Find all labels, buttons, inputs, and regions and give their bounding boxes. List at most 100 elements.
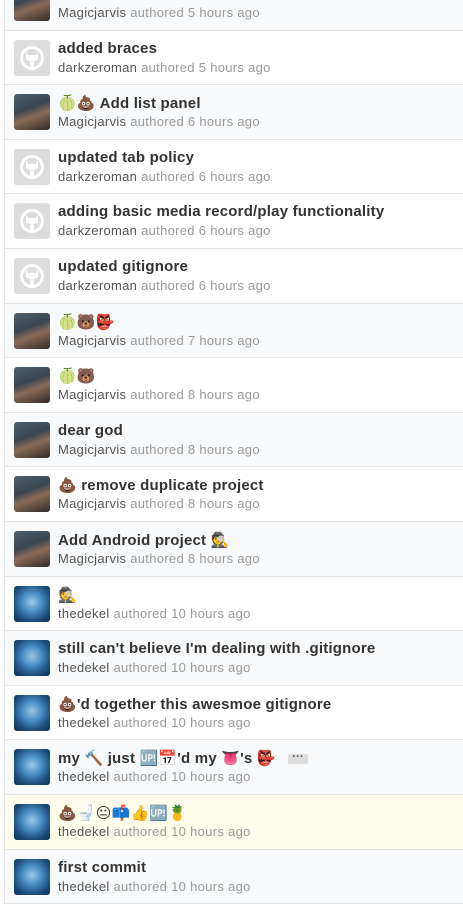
commit-message[interactable]: 💩 remove duplicate project	[58, 476, 453, 494]
authored-label: authored	[130, 550, 184, 566]
commit-message[interactable]: 💩🚽😐📫👍🆙🍍	[58, 804, 453, 822]
commit-meta: darkzeroman authored 6 hours ago	[58, 169, 271, 184]
commit-meta: thedekel authored 10 hours ago	[58, 606, 251, 621]
commit-time: 10 hours ago	[171, 660, 251, 676]
commit-message[interactable]: 🍈💩 Add list panel	[58, 94, 453, 112]
commit-time: 10 hours ago	[171, 714, 251, 730]
author-link[interactable]: thedekel	[58, 660, 110, 675]
author-link[interactable]: thedekel	[58, 606, 110, 621]
author-link[interactable]: Magicjarvis	[58, 333, 126, 348]
commit-message[interactable]: 💩'd together this awesmoe gitignore	[58, 695, 453, 713]
avatar[interactable]	[14, 367, 50, 404]
avatar[interactable]	[14, 803, 50, 840]
commit-row[interactable]: updated tab policy darkzeroman authored …	[5, 139, 463, 195]
author-link[interactable]: Magicjarvis	[58, 551, 126, 566]
commit-message[interactable]: still can't believe I'm dealing with .gi…	[58, 640, 453, 657]
commit-meta: thedekel authored 10 hours ago	[58, 715, 251, 730]
commit-message[interactable]: 🍈🐻👺	[58, 313, 453, 331]
commit-message[interactable]: Add Android project 🕵	[58, 531, 453, 549]
avatar[interactable]	[14, 39, 50, 76]
author-link[interactable]: darkzeroman	[58, 60, 137, 75]
commit-message[interactable]: first commit	[58, 859, 453, 876]
avatar[interactable]	[14, 694, 50, 731]
commit-message[interactable]: dear god	[58, 422, 453, 439]
commit-list: ... ... Magicjarvis authored 5 hours ago…	[4, 0, 463, 905]
avatar[interactable]	[14, 749, 50, 786]
commit-row-highlighted[interactable]: 💩🚽😐📫👍🆙🍍 thedekel authored 10 hours ago	[5, 794, 463, 850]
commit-message[interactable]: added braces	[58, 40, 453, 57]
commit-row[interactable]: 🕵 thedekel authored 10 hours ago	[5, 576, 463, 632]
commit-row[interactable]: Add Android project 🕵 Magicjarvis author…	[5, 521, 463, 577]
authored-label: authored	[130, 387, 184, 403]
avatar[interactable]	[14, 476, 50, 513]
commit-message[interactable]: adding basic media record/play functiona…	[58, 203, 453, 220]
commit-time: 7 hours ago	[187, 332, 260, 348]
commit-row[interactable]: still can't believe I'm dealing with .gi…	[5, 631, 463, 686]
commit-row[interactable]: my 🔨 just 🆙📅'd my 👅's 👺 ··· thedekel aut…	[5, 740, 463, 795]
commit-message[interactable]: updated gitignore	[58, 258, 453, 275]
avatar[interactable]	[14, 0, 50, 21]
avatar[interactable]	[14, 148, 50, 185]
author-link[interactable]: Magicjarvis	[58, 496, 126, 511]
commit-row[interactable]: updated gitignore darkzeroman authored 6…	[5, 248, 463, 304]
authored-label: authored	[113, 714, 168, 730]
author-link[interactable]: darkzeroman	[58, 223, 137, 238]
commit-time: 8 hours ago	[187, 387, 260, 403]
commit-row[interactable]: added braces darkzeroman authored 5 hour…	[5, 30, 463, 86]
commit-meta: darkzeroman authored 6 hours ago	[58, 223, 271, 238]
avatar[interactable]	[14, 858, 50, 895]
commit-message[interactable]: updated tab policy	[58, 149, 453, 166]
commit-row[interactable]: 💩'd together this awesmoe gitignore thed…	[5, 685, 463, 741]
commit-time: 6 hours ago	[187, 114, 260, 130]
author-link[interactable]: thedekel	[58, 879, 110, 894]
commit-row[interactable]: 🍈💩 Add list panel Magicjarvis authored 6…	[5, 85, 463, 140]
authored-label: authored	[113, 823, 168, 839]
author-link[interactable]: Magicjarvis	[58, 387, 126, 402]
commit-time: 6 hours ago	[198, 277, 271, 293]
commit-meta: Magicjarvis authored 5 hours ago	[58, 5, 260, 20]
avatar[interactable]	[14, 203, 50, 240]
commit-row[interactable]: ... ... Magicjarvis authored 5 hours ago	[5, 0, 463, 31]
commit-meta: thedekel authored 10 hours ago	[58, 879, 251, 894]
commit-message[interactable]: 🕵	[58, 586, 453, 604]
commit-message[interactable]: 🍈🐻	[58, 367, 453, 385]
expand-ellipsis-button[interactable]: ···	[288, 752, 309, 765]
commit-meta: thedekel authored 10 hours ago	[58, 824, 251, 839]
author-link[interactable]: thedekel	[58, 715, 110, 730]
commit-row[interactable]: 🍈🐻 Magicjarvis authored 8 hours ago	[5, 358, 463, 413]
authored-label: authored	[113, 660, 168, 676]
authored-label: authored	[141, 168, 195, 184]
github-octocat-icon	[14, 203, 50, 240]
commit-row[interactable]: dear god Magicjarvis authored 8 hours ag…	[5, 412, 463, 468]
commit-meta: Magicjarvis authored 6 hours ago	[58, 114, 260, 129]
commit-row[interactable]: 🍈🐻👺 Magicjarvis authored 7 hours ago	[5, 303, 463, 359]
author-link[interactable]: thedekel	[58, 824, 110, 839]
author-link[interactable]: Magicjarvis	[58, 442, 126, 457]
commit-time: 8 hours ago	[187, 441, 260, 457]
avatar[interactable]	[14, 530, 50, 567]
author-link[interactable]: Magicjarvis	[58, 114, 126, 129]
commit-message[interactable]: ... ...	[58, 0, 453, 2]
commit-row[interactable]: adding basic media record/play functiona…	[5, 194, 463, 249]
author-link[interactable]: Magicjarvis	[58, 5, 126, 20]
author-link[interactable]: darkzeroman	[58, 278, 137, 293]
avatar[interactable]	[14, 421, 50, 458]
author-link[interactable]: darkzeroman	[58, 169, 137, 184]
commit-message[interactable]: my 🔨 just 🆙📅'd my 👅's 👺	[58, 750, 276, 767]
commit-time: 10 hours ago	[171, 769, 251, 785]
authored-label: authored	[130, 441, 184, 457]
authored-label: authored	[113, 878, 168, 894]
commit-meta: Magicjarvis authored 8 hours ago	[58, 442, 260, 457]
authored-label: authored	[130, 5, 184, 20]
avatar[interactable]	[14, 640, 50, 677]
authored-label: authored	[113, 605, 168, 621]
avatar[interactable]	[14, 257, 50, 294]
commit-row[interactable]: first commit thedekel authored 10 hours …	[5, 849, 463, 905]
author-link[interactable]: thedekel	[58, 769, 110, 784]
commit-time: 10 hours ago	[171, 878, 251, 894]
avatar[interactable]	[14, 312, 50, 349]
commit-meta: thedekel authored 10 hours ago	[58, 660, 251, 675]
avatar[interactable]	[14, 94, 50, 131]
avatar[interactable]	[14, 585, 50, 622]
commit-row[interactable]: 💩 remove duplicate project Magicjarvis a…	[5, 467, 463, 522]
